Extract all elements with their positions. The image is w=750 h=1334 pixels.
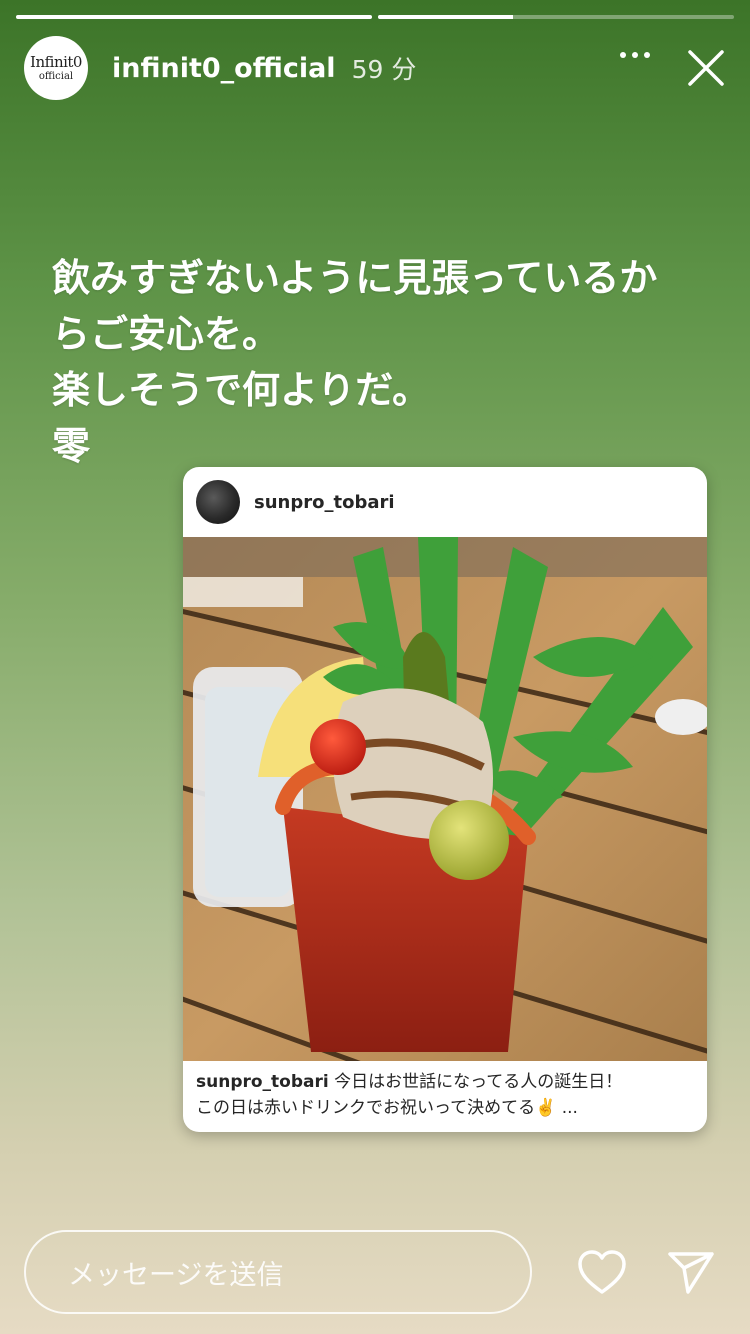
story-progress <box>16 15 734 19</box>
caption-line-2: らご安心を。 <box>52 312 281 356</box>
story-header: Infinit0 official infinit0_official 59 分 <box>24 36 726 100</box>
shared-post-caption-text-1: 今日はお世話になってる人の誕生日！ <box>334 1072 623 1092</box>
avatar-text-1: Infinit0 <box>30 52 82 71</box>
caption-line-3: 楽しそうで何よりだ。 <box>52 368 431 412</box>
heart-icon[interactable] <box>576 1248 628 1296</box>
shared-post-card[interactable]: sunpro_tobari sunpro_tobari 今日はお世話になってる人… <box>183 467 707 1132</box>
send-icon[interactable] <box>666 1248 716 1296</box>
progress-fill-1 <box>16 15 372 19</box>
shared-post-caption: sunpro_tobari 今日はお世話になってる人の誕生日！ この日は赤いドリ… <box>196 1069 694 1121</box>
username[interactable]: infinit0_official <box>112 53 336 84</box>
story-footer: メッセージを送信 <box>24 1230 726 1318</box>
story-caption: 飲みすぎないように見張っているか らご安心を。 楽しそうで何よりだ。 零 <box>52 250 722 474</box>
shared-post-avatar <box>196 480 240 524</box>
shared-post-caption-text-2: この日は赤いドリンクでお祝いって決めてる✌️ ... <box>196 1098 578 1118</box>
progress-segment-1 <box>16 15 372 19</box>
caption-line-4: 零 <box>52 424 91 468</box>
post-time: 59 分 <box>351 55 417 84</box>
progress-segment-2 <box>378 15 734 19</box>
shared-post-photo <box>183 537 707 1061</box>
shared-post-header: sunpro_tobari <box>183 467 707 537</box>
close-icon[interactable] <box>686 48 726 88</box>
progress-fill-2 <box>378 15 514 19</box>
more-dots-icon[interactable] <box>620 52 650 58</box>
shared-post-username: sunpro_tobari <box>254 491 395 513</box>
message-placeholder: メッセージを送信 <box>68 1259 284 1291</box>
avatar[interactable]: Infinit0 official <box>24 36 88 100</box>
avatar-text-2: official <box>38 70 74 82</box>
shared-post-caption-user: sunpro_tobari <box>196 1072 329 1092</box>
message-input[interactable]: メッセージを送信 <box>24 1230 532 1314</box>
caption-line-1: 飲みすぎないように見張っているか <box>52 256 658 300</box>
